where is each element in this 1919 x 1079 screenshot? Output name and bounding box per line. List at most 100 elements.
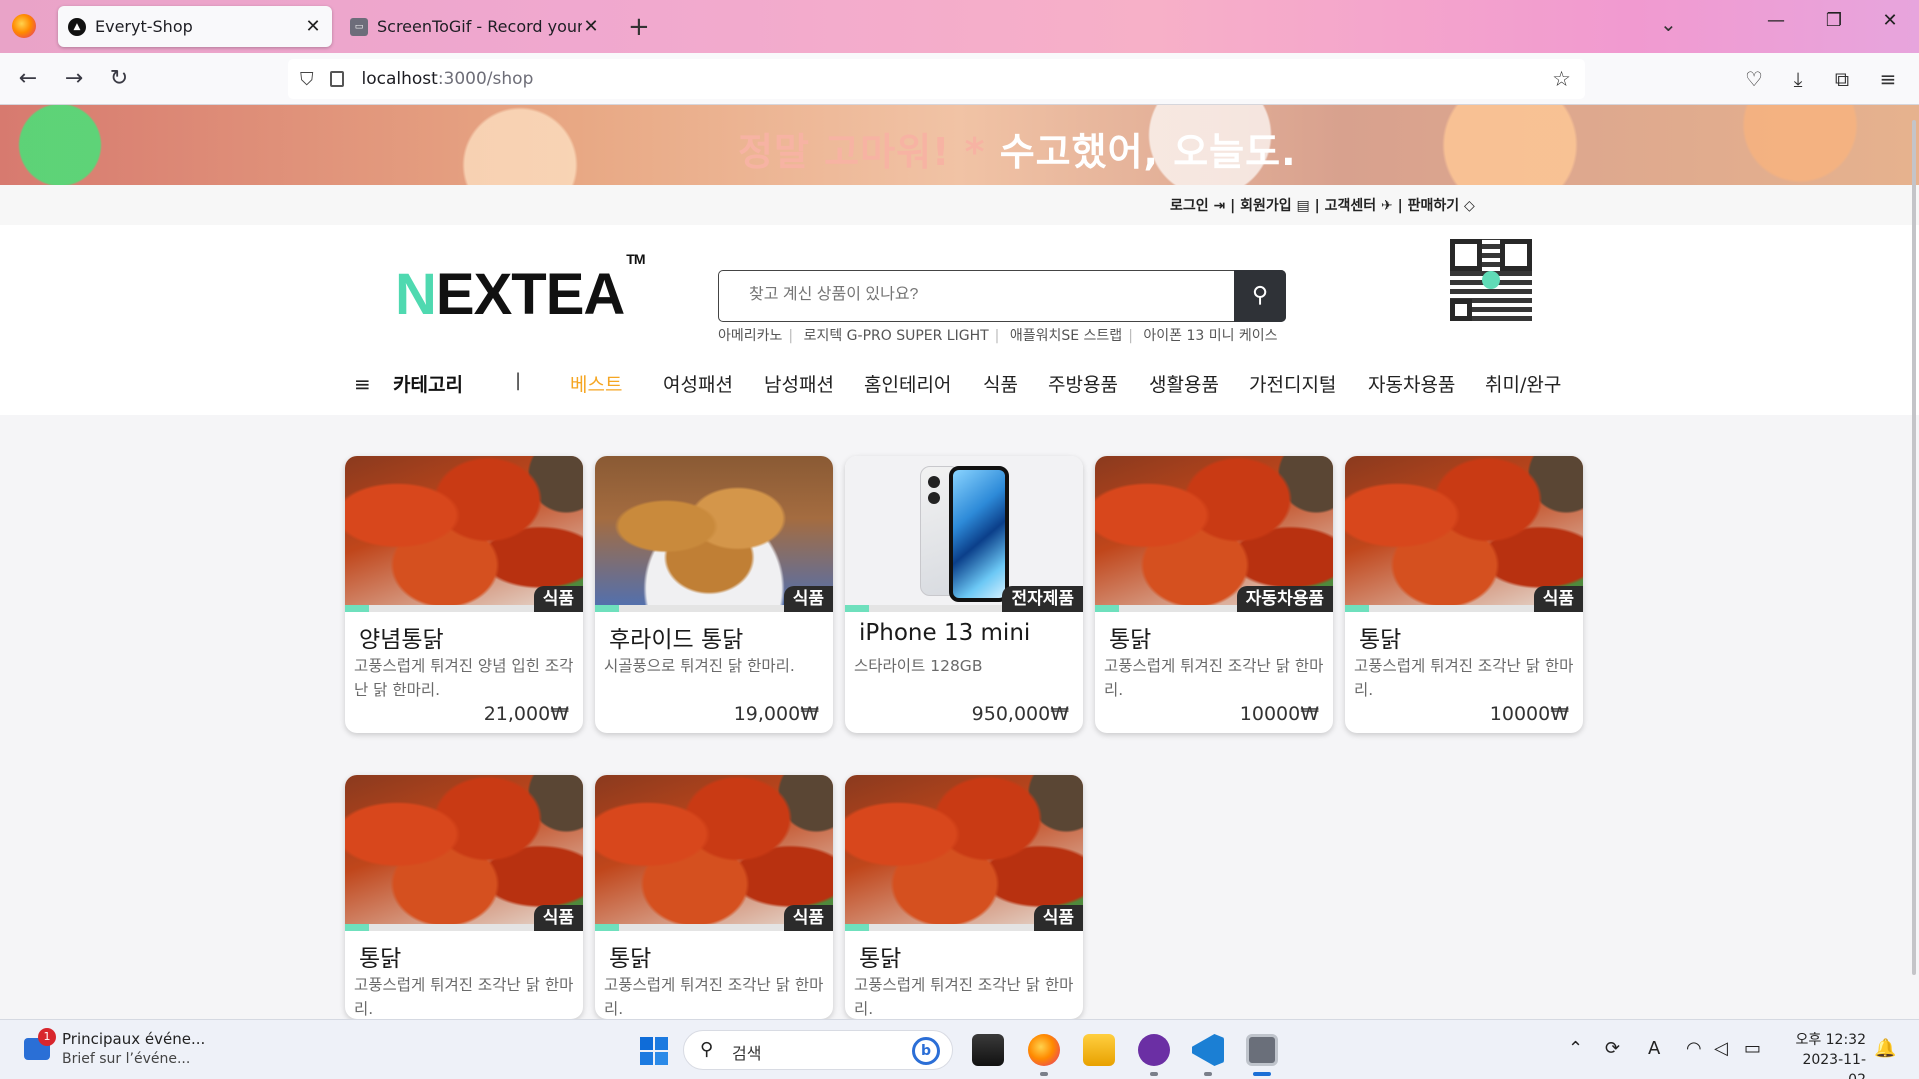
news-subtitle[interactable]: Brief sur l’événe... (62, 1051, 190, 1067)
product-card[interactable]: 식품 통닭 고풍스럽게 튀겨진 조각난 닭 한마리. (595, 775, 833, 1019)
nav-item-mens-fashion[interactable]: 남성패션 (764, 370, 834, 397)
url-text[interactable]: localhost:3000/shop (362, 69, 534, 89)
product-name: 통닭 (859, 946, 902, 972)
keyword-link[interactable]: 로지텍 G-PRO SUPER LIGHT (804, 328, 989, 344)
nav-item-womens-fashion[interactable]: 여성패션 (663, 370, 733, 397)
search-button[interactable]: ⚲ (1234, 270, 1286, 322)
file-explorer-icon[interactable] (1083, 1034, 1115, 1066)
site-logo[interactable]: NEXTEATM (395, 251, 645, 328)
tab-everyt-shop[interactable]: ▲ Everyt-Shop ✕ (58, 6, 332, 47)
account-links[interactable]: 로그인 ⇥ | 회원가입 ▤ | 고객센터 ✈ | 판매하기 ◇ (1170, 195, 1475, 215)
category-menu-icon[interactable]: ≡ (354, 372, 371, 396)
input-method-icon[interactable]: A (1648, 1038, 1660, 1059)
search-icon: ⚲ (1251, 283, 1269, 308)
product-name: 통닭 (1359, 627, 1402, 653)
product-name: 후라이드 통닭 (609, 627, 744, 653)
product-card[interactable]: 식품 후라이드 통닭 시골풍으로 튀겨진 닭 한마리. 19,000₩ (595, 456, 833, 733)
battery-icon[interactable]: ▭ (1744, 1038, 1761, 1059)
extensions-icon[interactable]: ⧉ (1826, 63, 1858, 95)
product-card[interactable]: 식품 통닭 고풍스럽게 튀겨진 조각난 닭 한마리. 10000₩ (1345, 456, 1583, 733)
product-price: 950,000₩ (971, 703, 1069, 725)
nav-item-kitchen[interactable]: 주방용품 (1048, 370, 1118, 397)
nav-item-electronics[interactable]: 가전디지털 (1249, 370, 1336, 397)
product-description: 고풍스럽게 튀겨진 조각난 닭 한마리. (354, 976, 574, 1018)
product-card[interactable]: 식품 통닭 고풍스럽게 튀겨진 조각난 닭 한마리. (345, 775, 583, 1019)
product-card[interactable]: 식품 통닭 고풍스럽게 튀겨진 조각난 닭 한마리. (845, 775, 1083, 1019)
taskbar-clock[interactable]: 오후 12:32 2023-11-02 (1786, 1030, 1866, 1079)
tab-screentogif[interactable]: ▭ ScreenToGif - Record your scre ✕ (340, 6, 610, 47)
nav-divider: | (515, 370, 522, 391)
product-card[interactable]: 자동차용품 통닭 고풍스럽게 튀겨진 조각난 닭 한마리. 10000₩ (1095, 456, 1333, 733)
product-description: 고풍스럽게 튀겨진 조각난 닭 한마리. (1354, 657, 1574, 699)
bing-icon[interactable]: b (912, 1037, 940, 1065)
category-badge: 전자제품 (1002, 586, 1083, 612)
nav-item-home-interior[interactable]: 홈인테리어 (864, 370, 951, 397)
vscode-icon[interactable] (1192, 1034, 1224, 1066)
minimize-icon[interactable]: — (1756, 10, 1796, 31)
github-desktop-icon[interactable] (1138, 1034, 1170, 1066)
page-scrollbar[interactable] (1912, 120, 1916, 975)
site-header: NEXTEATM ⚲ 아메리카노| 로지텍 G-PRO SUPER LIGHT|… (0, 225, 1919, 415)
url-bar[interactable]: ⛉ localhost:3000/shop ☆ (288, 59, 1585, 99)
page-info-icon[interactable] (329, 71, 344, 87)
show-hidden-icons-chevron-icon[interactable]: ⌃ (1568, 1038, 1583, 1059)
category-title[interactable]: 카테고리 (393, 370, 463, 397)
category-badge: 식품 (783, 586, 833, 612)
list-tabs-chevron-icon[interactable]: ⌄ (1660, 12, 1677, 36)
utility-bar: 로그인 ⇥ | 회원가입 ▤ | 고객센터 ✈ | 판매하기 ◇ (0, 185, 1919, 225)
restore-icon[interactable]: ❐ (1814, 10, 1854, 31)
new-tab-icon[interactable]: + (628, 12, 650, 42)
keyword-link[interactable]: 아메리카노 (718, 328, 782, 344)
taskbar-search[interactable]: ⚲ 검색 b (683, 1030, 953, 1070)
category-badge: 식품 (783, 905, 833, 931)
volume-icon[interactable]: ◁ (1714, 1038, 1728, 1059)
product-name: 통닭 (359, 946, 402, 972)
notifications-icon[interactable]: 🔔 (1874, 1038, 1896, 1059)
product-card[interactable]: 식품 양념통닭 고풍스럽게 튀겨진 양념 입힌 조각난 닭 한마리. 21,00… (345, 456, 583, 733)
nav-item-food[interactable]: 식품 (983, 370, 1018, 397)
tab-title: Everyt-Shop (95, 17, 193, 36)
tracking-shield-icon[interactable]: ⛉ (300, 69, 314, 90)
product-name: 통닭 (609, 946, 652, 972)
keyword-link[interactable]: 아이폰 13 미니 케이스 (1143, 328, 1277, 344)
close-tab-icon[interactable]: ✕ (304, 16, 322, 37)
promo-banner[interactable]: 정말 고마워! * 수고했어, 오늘도. (0, 105, 1919, 185)
category-badge: 식품 (1033, 905, 1083, 931)
browser-tab-bar: ▲ Everyt-Shop ✕ ▭ ScreenToGif - Record y… (0, 0, 1919, 53)
nav-item-hobby-toys[interactable]: 취미/완구 (1485, 370, 1561, 397)
product-price: 10000₩ (1489, 703, 1569, 725)
nav-item-best[interactable]: 베스트 (570, 370, 622, 397)
sync-icon[interactable]: ⟳ (1605, 1038, 1620, 1059)
reload-icon[interactable]: ↻ (103, 63, 135, 95)
category-badge: 자동차용품 (1236, 586, 1333, 612)
pocket-icon[interactable]: ♡ (1738, 63, 1770, 95)
tab-title: ScreenToGif - Record your scre (377, 17, 582, 36)
nav-item-household[interactable]: 생활용품 (1149, 370, 1219, 397)
wifi-icon[interactable]: ◠ (1686, 1038, 1702, 1059)
back-arrow-icon[interactable]: ← (12, 63, 44, 95)
search-input[interactable] (749, 286, 1209, 304)
product-name: iPhone 13 mini (859, 620, 1031, 646)
menu-hamburger-icon[interactable]: ≡ (1872, 63, 1904, 95)
news-title[interactable]: Principaux événe... (62, 1030, 205, 1048)
downloads-icon[interactable]: ⤓ (1782, 63, 1814, 95)
screentogif-taskbar-icon[interactable] (1246, 1034, 1278, 1066)
windows-start-icon[interactable] (640, 1037, 668, 1065)
product-price: 10000₩ (1239, 703, 1319, 725)
firefox-taskbar-icon[interactable] (1028, 1034, 1060, 1066)
browser-nav-bar: ← → ↻ ⛉ localhost:3000/shop ☆ ♡ ⤓ ⧉ ≡ (0, 53, 1919, 105)
close-tab-icon[interactable]: ✕ (582, 16, 600, 37)
nav-item-automotive[interactable]: 자동차용품 (1368, 370, 1455, 397)
close-window-icon[interactable]: ✕ (1870, 10, 1910, 31)
bookmark-star-icon[interactable]: ☆ (1552, 67, 1571, 91)
task-view-icon[interactable] (972, 1034, 1004, 1066)
keyword-link[interactable]: 애플워치SE 스트랩 (1010, 328, 1122, 344)
product-description: 시골풍으로 튀겨진 닭 한마리. (604, 657, 795, 675)
notification-badge: 1 (38, 1028, 56, 1046)
forward-arrow-icon[interactable]: → (58, 63, 90, 95)
firefox-icon[interactable] (12, 14, 36, 38)
category-nav: ≡ 카테고리 | 베스트 여성패션 남성패션 홈인테리어 식품 주방용품 생활용… (0, 360, 1919, 415)
product-price: 19,000₩ (733, 703, 819, 725)
product-name: 양념통닭 (359, 627, 444, 653)
product-card[interactable]: 전자제품 iPhone 13 mini 스타라이트 128GB 950,000₩ (845, 456, 1083, 733)
